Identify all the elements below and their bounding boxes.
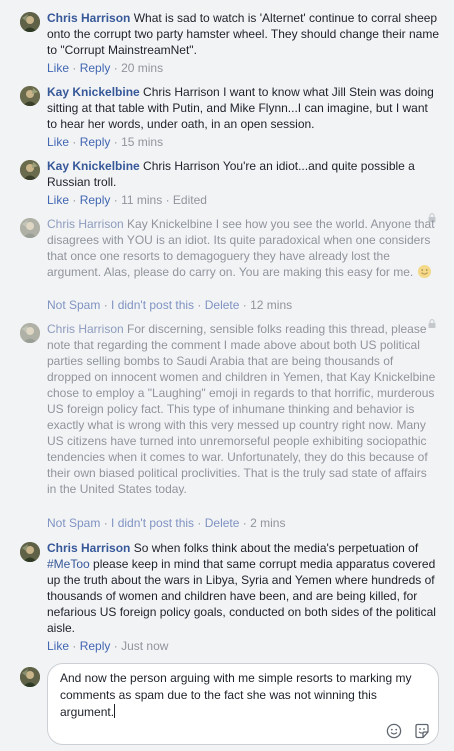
comment-author[interactable]: Chris Harrison: [47, 322, 124, 336]
avatar[interactable]: [20, 542, 40, 562]
comment-actions: Not Spam · I didn't post this · Delete ·…: [47, 298, 293, 312]
not-spam-link[interactable]: Not Spam: [47, 298, 100, 312]
comment-actions: Like · Reply · 15 mins: [47, 135, 164, 149]
comment-input-text[interactable]: And now the person arguing with me simpl…: [60, 670, 432, 721]
comment-author[interactable]: Chris Harrison: [47, 217, 124, 231]
avatar[interactable]: [20, 218, 40, 238]
comment-author[interactable]: Chris Harrison: [47, 11, 130, 25]
hashtag-link[interactable]: #MeToo: [47, 557, 90, 571]
comment-timestamp[interactable]: 2 mins: [250, 516, 285, 530]
like-link[interactable]: Like: [47, 61, 69, 75]
didnt-post-link[interactable]: I didn't post this: [111, 516, 194, 530]
reply-link[interactable]: Reply: [80, 193, 111, 207]
didnt-post-link[interactable]: I didn't post this: [111, 298, 194, 312]
like-link[interactable]: Like: [47, 135, 69, 149]
delete-link[interactable]: Delete: [205, 516, 240, 530]
comment-text-continued: please keep in mind that same corrupt me…: [47, 557, 436, 635]
text-caret: [114, 704, 116, 718]
comment-body: Chris Harrison So when folks think about…: [47, 540, 439, 636]
emoji-icon[interactable]: [386, 723, 402, 739]
reply-link[interactable]: Reply: [80, 135, 111, 149]
comment-actions: Like · Reply · Just now: [47, 639, 169, 653]
comment-timestamp[interactable]: Just now: [121, 639, 168, 653]
current-user-avatar: [20, 667, 40, 687]
avatar[interactable]: [20, 12, 40, 32]
delete-link[interactable]: Delete: [205, 298, 240, 312]
comment-body: Chris Harrison Kay Knickelbine I see how…: [47, 216, 439, 280]
comment-actions: Not Spam · I didn't post this · Delete ·…: [47, 516, 286, 530]
like-link[interactable]: Like: [47, 193, 69, 207]
avatar[interactable]: [20, 323, 40, 343]
comment-body: Chris Harrison What is sad to watch is '…: [47, 10, 439, 58]
comment-input[interactable]: And now the person arguing with me simpl…: [47, 663, 439, 745]
reply-link[interactable]: Reply: [80, 61, 111, 75]
comment-actions: Like · Reply · 11 mins · Edited: [47, 193, 207, 207]
comment-author[interactable]: Chris Harrison: [47, 541, 130, 555]
comment-text: For discerning, sensible folks reading t…: [47, 322, 436, 496]
comment-actions: Like · Reply · 20 mins: [47, 61, 164, 75]
edited-label[interactable]: Edited: [173, 193, 207, 207]
reply-link[interactable]: Reply: [80, 639, 111, 653]
sticker-icon[interactable]: [414, 723, 430, 739]
like-link[interactable]: Like: [47, 639, 69, 653]
comment-timestamp[interactable]: 15 mins: [121, 135, 163, 149]
comment-timestamp[interactable]: 11 mins: [121, 193, 162, 207]
comment-timestamp[interactable]: 12 mins: [250, 298, 292, 312]
not-spam-link[interactable]: Not Spam: [47, 516, 100, 530]
comment-timestamp[interactable]: 20 mins: [121, 61, 163, 75]
avatar[interactable]: [20, 86, 40, 106]
avatar[interactable]: [20, 160, 40, 180]
smiley-emoji-icon: [417, 264, 431, 279]
comment-body: Kay Knickelbine Chris Harrison You're an…: [47, 158, 439, 190]
comment-body: Kay Knickelbine Chris Harrison I want to…: [47, 84, 439, 132]
comment-author[interactable]: Kay Knickelbine: [47, 85, 140, 99]
comment-text: So when folks think about the media's pe…: [133, 541, 419, 555]
comment-body: Chris Harrison For discerning, sensible …: [47, 321, 439, 497]
comment-author[interactable]: Kay Knickelbine: [47, 159, 140, 173]
